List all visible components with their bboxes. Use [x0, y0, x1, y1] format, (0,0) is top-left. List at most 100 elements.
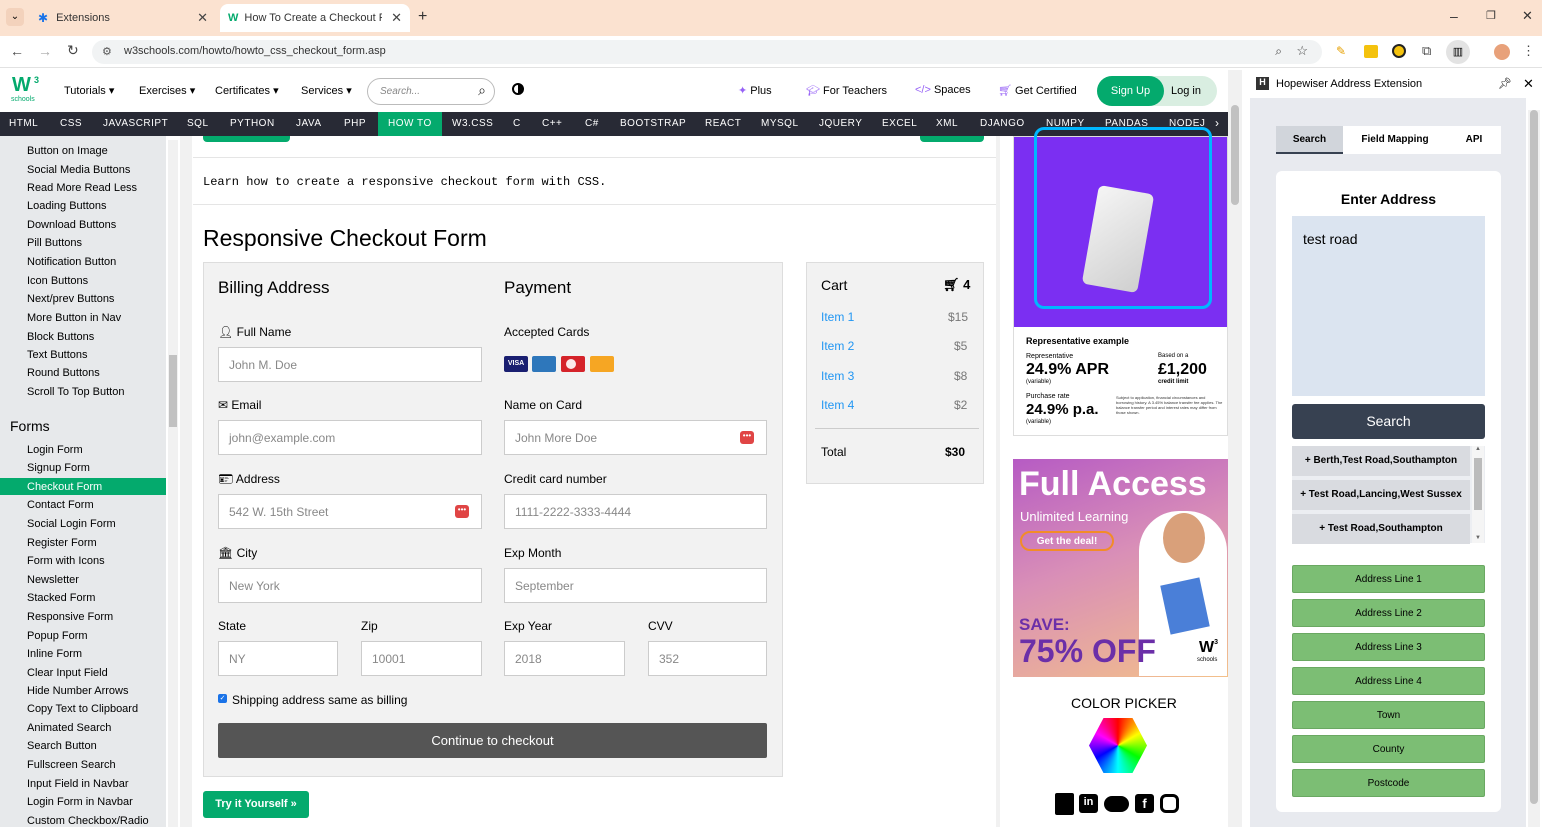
sidebar-item[interactable]: Read More Read Less — [27, 182, 137, 194]
color-picker-hexagon[interactable] — [1089, 718, 1147, 773]
sidebar-item[interactable]: Search Button — [27, 740, 97, 752]
instagram-icon[interactable] — [1160, 794, 1179, 813]
forward-icon[interactable]: → — [38, 43, 52, 59]
youtube-icon[interactable] — [1055, 793, 1074, 815]
sidebar-item[interactable]: Input Field in Navbar — [27, 778, 129, 790]
address-input[interactable]: 542 W. 15th Street ••• — [218, 494, 482, 529]
credit-card-ad[interactable]: Representative example Representative 24… — [1013, 127, 1228, 436]
sidebar-item[interactable]: Hide Number Arrows — [27, 685, 128, 697]
panel-close-icon[interactable]: ✕ — [1523, 76, 1534, 92]
sidebar-item[interactable]: Form with Icons — [27, 555, 105, 567]
cart-item-link[interactable]: Item 1 — [821, 310, 854, 324]
sidebar-item[interactable]: Social Login Form — [27, 518, 116, 530]
ad-deal-button[interactable]: Get the deal! — [1020, 531, 1114, 551]
fullname-input[interactable]: John M. Doe — [218, 347, 482, 382]
field-address-line-2[interactable]: Address Line 2 — [1292, 599, 1485, 627]
cvv-input[interactable]: 352 — [648, 641, 767, 676]
profile-avatar-icon[interactable] — [1494, 44, 1510, 60]
sidebar-item[interactable]: Button on Image — [27, 145, 108, 157]
sidebar-item[interactable]: Download Buttons — [27, 219, 116, 231]
scrollbar-thumb[interactable] — [1231, 105, 1239, 205]
restore-icon[interactable]: ❐ — [1486, 9, 1496, 22]
side-panel-icon[interactable]: ▥ — [1446, 40, 1470, 64]
sidebar-item[interactable]: Block Buttons — [27, 331, 94, 343]
sidebar-item[interactable]: Inline Form — [27, 648, 82, 660]
address-bar[interactable]: ⚙ w3schools.com/howto/howto_css_checkout… — [92, 40, 1322, 64]
field-town[interactable]: Town — [1292, 701, 1485, 729]
topnav-python[interactable]: PYTHON — [230, 118, 275, 129]
sidebar-item[interactable]: Round Buttons — [27, 367, 100, 379]
prev-button-partial[interactable] — [203, 136, 290, 142]
field-address-line-1[interactable]: Address Line 1 — [1292, 565, 1485, 593]
nav-plus[interactable]: ✦ Plus — [738, 84, 772, 97]
topnav-excel[interactable]: EXCEL — [882, 118, 917, 129]
city-input[interactable]: New York — [218, 568, 482, 603]
sidebar-item[interactable]: Loading Buttons — [27, 200, 107, 212]
sidebar-item[interactable]: Text Buttons — [27, 349, 88, 361]
search-icon[interactable]: ⌕ — [478, 82, 486, 99]
field-county[interactable]: County — [1292, 735, 1485, 763]
bookmark-star-icon[interactable]: ☆ — [1296, 43, 1308, 59]
cart-item-link[interactable]: Item 2 — [821, 339, 854, 353]
nav-services[interactable]: Services ▾ — [301, 84, 352, 97]
sidebar-item[interactable]: Next/prev Buttons — [27, 293, 114, 305]
email-input[interactable]: john@example.com — [218, 420, 482, 455]
discord-icon[interactable] — [1104, 796, 1129, 812]
ext-tab-field-mapping[interactable]: Field Mapping — [1349, 126, 1441, 154]
menu-dots-icon[interactable]: ⋮ — [1522, 43, 1535, 59]
scroll-up-icon[interactable]: ▲ — [1472, 446, 1484, 452]
tab-extensions[interactable]: ✱ Extensions ✕ — [30, 4, 216, 32]
topnav-csharp[interactable]: C# — [585, 118, 599, 129]
topnav-bootstrap[interactable]: BOOTSTRAP — [620, 118, 686, 129]
topnav-html[interactable]: HTML — [9, 118, 38, 129]
address-textarea[interactable]: test road — [1292, 216, 1485, 396]
close-icon[interactable]: ✕ — [197, 10, 208, 26]
tab-checkout[interactable]: W How To Create a Checkout Form ✕ — [220, 4, 410, 32]
site-info-icon[interactable]: ⚙ — [102, 45, 112, 58]
cart-item-link[interactable]: Item 3 — [821, 369, 854, 383]
cart-item-link[interactable]: Item 4 — [821, 398, 854, 412]
name-on-card-input[interactable]: John More Doe ••• — [504, 420, 767, 455]
window-close-icon[interactable]: ✕ — [1522, 8, 1533, 24]
sidebar-item[interactable]: Icon Buttons — [27, 275, 88, 287]
sidebar-item[interactable]: Signup Form — [27, 462, 90, 474]
tab-search-button[interactable]: ⌄ — [6, 8, 24, 26]
topnav-django[interactable]: DJANGO — [980, 118, 1025, 129]
sidebar-item[interactable]: Login Form in Navbar — [27, 796, 133, 808]
sidebar-item[interactable]: Newsletter — [27, 574, 79, 586]
shipping-checkbox[interactable]: ✓ — [218, 694, 227, 703]
sidebar-item[interactable]: Animated Search — [27, 722, 111, 734]
ext-search-button[interactable]: Search — [1292, 404, 1485, 439]
topnav-cpp[interactable]: C++ — [542, 118, 562, 129]
topnav-java[interactable]: JAVA — [296, 118, 322, 129]
field-address-line-4[interactable]: Address Line 4 — [1292, 667, 1485, 695]
topnav-mysql[interactable]: MYSQL — [761, 118, 799, 129]
topnav-react[interactable]: REACT — [705, 118, 741, 129]
sidebar-item-active[interactable]: Checkout Form — [27, 481, 102, 493]
extension-scrollbar[interactable] — [1528, 110, 1540, 827]
topnav-javascript[interactable]: JAVASCRIPT — [103, 118, 168, 129]
topnav-howto[interactable]: HOW TO — [388, 118, 432, 129]
nav-get-certified[interactable]: 🛒︎ Get Certified — [998, 84, 1077, 97]
sidebar-item[interactable]: Pill Buttons — [27, 237, 82, 249]
scroll-down-icon[interactable]: ▼ — [1472, 535, 1484, 541]
sidebar-item[interactable]: Copy Text to Clipboard — [27, 703, 138, 715]
close-icon[interactable]: ✕ — [391, 10, 402, 26]
ext-tab-search[interactable]: Search — [1276, 126, 1343, 154]
sidebar-item[interactable]: Stacked Form — [27, 592, 95, 604]
sidebar-item[interactable]: Fullscreen Search — [27, 759, 116, 771]
autofill-key-icon[interactable]: ••• — [740, 431, 754, 444]
nav-certificates[interactable]: Certificates ▾ — [215, 84, 279, 97]
nav-spaces[interactable]: </> Spaces — [915, 84, 971, 96]
pin-icon[interactable]: 📌︎ — [1498, 77, 1512, 90]
topnav-php[interactable]: PHP — [344, 118, 366, 129]
try-it-yourself-button[interactable]: Try it Yourself » — [203, 791, 309, 818]
w3-search-input[interactable]: Search... ⌕ — [367, 78, 495, 105]
chat-extension-icon[interactable] — [1392, 44, 1406, 58]
sidebar-item[interactable]: Register Form — [27, 537, 97, 549]
reload-icon[interactable]: ↻ — [67, 42, 79, 59]
extensions-puzzle-icon[interactable]: ⧉ — [1422, 43, 1431, 59]
sidebar-item[interactable]: Scroll To Top Button — [27, 386, 124, 398]
sidebar-item[interactable]: More Button in Nav — [27, 312, 121, 324]
zip-input[interactable]: 10001 — [361, 641, 482, 676]
